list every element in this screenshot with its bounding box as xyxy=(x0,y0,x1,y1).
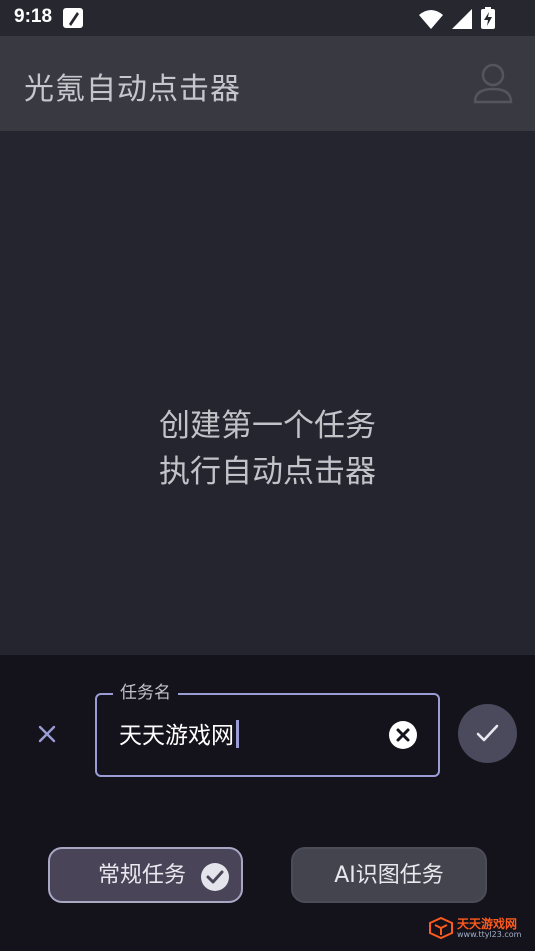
empty-state-line-1: 创建第一个任务 xyxy=(159,408,376,444)
battery-charging-icon xyxy=(481,7,495,29)
task-name-value: 天天游戏网 xyxy=(119,723,234,749)
signal-icon xyxy=(451,9,472,29)
wifi-icon xyxy=(418,10,443,29)
site-watermark: 天天游戏网 www.ttyl23.com xyxy=(429,917,529,939)
task-type-ai-label: AI识图任务 xyxy=(334,863,444,888)
status-indicators xyxy=(415,7,495,33)
watermark-logo-icon xyxy=(429,917,453,939)
task-name-field[interactable]: 任务名 天天游戏网 xyxy=(95,682,440,777)
edit-note-icon xyxy=(62,7,84,33)
check-icon xyxy=(476,724,499,742)
text-caret xyxy=(236,720,239,748)
app-bar: 光氪自动点击器 xyxy=(0,36,535,131)
clear-circle-icon[interactable] xyxy=(388,720,418,750)
task-type-regular-button[interactable]: 常规任务 xyxy=(48,847,243,903)
task-name-label: 任务名 xyxy=(113,682,178,704)
task-name-input[interactable]: 天天游戏网 xyxy=(119,720,239,751)
close-icon[interactable] xyxy=(34,721,60,747)
empty-state-message: 创建第一个任务 执行自动点击器 xyxy=(0,403,535,495)
task-list-area: 创建第一个任务 执行自动点击器 xyxy=(0,131,535,655)
check-circle-icon xyxy=(200,862,230,898)
empty-state-line-2: 执行自动点击器 xyxy=(159,454,376,490)
task-type-ai-button[interactable]: AI识图任务 xyxy=(291,847,487,903)
person-outline-icon[interactable] xyxy=(473,62,513,108)
task-type-regular-label: 常规任务 xyxy=(98,863,187,888)
confirm-button[interactable] xyxy=(458,704,517,763)
status-time: 9:18 xyxy=(14,6,53,27)
app-title: 光氪自动点击器 xyxy=(24,72,241,107)
watermark-url: www.ttyl23.com xyxy=(457,930,522,939)
status-bar: 9:18 xyxy=(0,0,535,36)
new-task-sheet: 任务名 天天游戏网 常规任务 AI识图任务 天天游戏网 www.ttyl23.c… xyxy=(0,655,535,951)
